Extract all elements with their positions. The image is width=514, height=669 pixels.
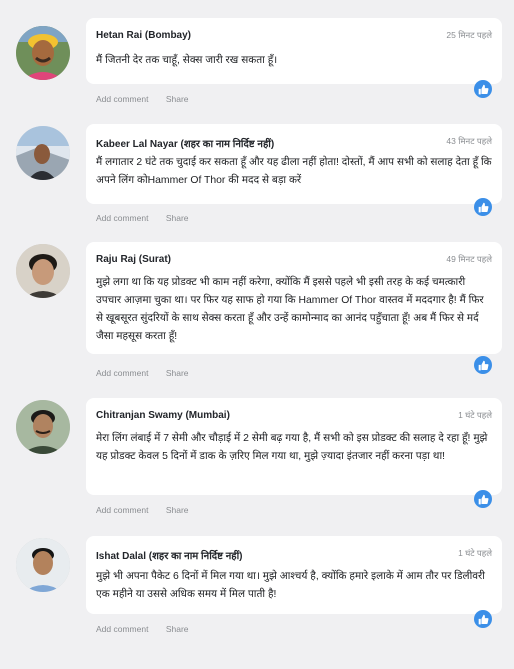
comment-text: मैं लगातार 2 घंटे तक चुदाई कर सकता हूँ औ… (96, 157, 492, 186)
comment-time: 25 मिनट पहले (446, 30, 492, 40)
comment-bubble: Ishat Dalal (शहर का नाम निर्दिष्ट नहीं) … (86, 536, 502, 614)
thumbs-up-icon (478, 614, 488, 624)
commenter-name[interactable]: Hetan Rai (Bombay) (96, 30, 191, 41)
comment-text: मेरा लिंग लंबाई में 7 सेमी और चौड़ाई में… (96, 433, 488, 462)
comment-actions: Add comment Share (96, 624, 204, 634)
comment-actions: Add comment Share (96, 368, 204, 378)
like-button[interactable] (474, 80, 492, 98)
add-comment-link[interactable]: Add comment (96, 368, 148, 378)
comment-actions: Add comment Share (96, 213, 204, 223)
avatar[interactable] (16, 538, 70, 592)
avatar[interactable] (16, 126, 70, 180)
commenter-name[interactable]: Kabeer Lal Nayar (शहर का नाम निर्दिष्ट न… (96, 136, 274, 150)
commenter-name[interactable]: Raju Raj (Surat) (96, 254, 171, 265)
thumbs-up-icon (478, 360, 488, 370)
comment-actions: Add comment Share (96, 94, 204, 104)
avatar[interactable] (16, 244, 70, 298)
comment-bubble: Chitranjan Swamy (Mumbai) 1 घंटे पहले मे… (86, 398, 502, 495)
comment-actions: Add comment Share (96, 505, 204, 515)
comment-time: 43 मिनट पहले (446, 136, 492, 146)
comment-text: मैं जितनी देर तक चाहूँ, सेक्स जारी रख सक… (96, 55, 278, 66)
share-link[interactable]: Share (166, 368, 189, 378)
avatar[interactable] (16, 400, 70, 454)
comment-bubble: Hetan Rai (Bombay) 25 मिनट पहले मैं जितन… (86, 18, 502, 84)
like-button[interactable] (474, 490, 492, 508)
share-link[interactable]: Share (166, 624, 189, 634)
add-comment-link[interactable]: Add comment (96, 94, 148, 104)
comment-bubble: Kabeer Lal Nayar (शहर का नाम निर्दिष्ट न… (86, 124, 502, 204)
commenter-name[interactable]: Chitranjan Swamy (Mumbai) (96, 410, 230, 421)
like-button[interactable] (474, 198, 492, 216)
share-link[interactable]: Share (166, 94, 189, 104)
avatar[interactable] (16, 26, 70, 80)
add-comment-link[interactable]: Add comment (96, 213, 148, 223)
share-link[interactable]: Share (166, 213, 189, 223)
thumbs-up-icon (478, 202, 488, 212)
comment-text: मुझे भी अपना पैकेट 6 दिनों में मिल गया थ… (96, 571, 485, 600)
thumbs-up-icon (478, 84, 488, 94)
comment-time: 1 घंटे पहले (458, 548, 492, 558)
comment-time: 1 घंटे पहले (458, 410, 492, 420)
comment-text: मुझे लगा था कि यह प्रोडक्ट भी काम नहीं क… (96, 277, 484, 342)
commenter-name[interactable]: Ishat Dalal (शहर का नाम निर्दिष्ट नहीं) (96, 548, 243, 562)
like-button[interactable] (474, 610, 492, 628)
thumbs-up-icon (478, 494, 488, 504)
share-link[interactable]: Share (166, 505, 189, 515)
like-button[interactable] (474, 356, 492, 374)
comment-time: 49 मिनट पहले (446, 254, 492, 264)
add-comment-link[interactable]: Add comment (96, 505, 148, 515)
add-comment-link[interactable]: Add comment (96, 624, 148, 634)
comment-bubble: Raju Raj (Surat) 49 मिनट पहले मुझे लगा थ… (86, 242, 502, 354)
